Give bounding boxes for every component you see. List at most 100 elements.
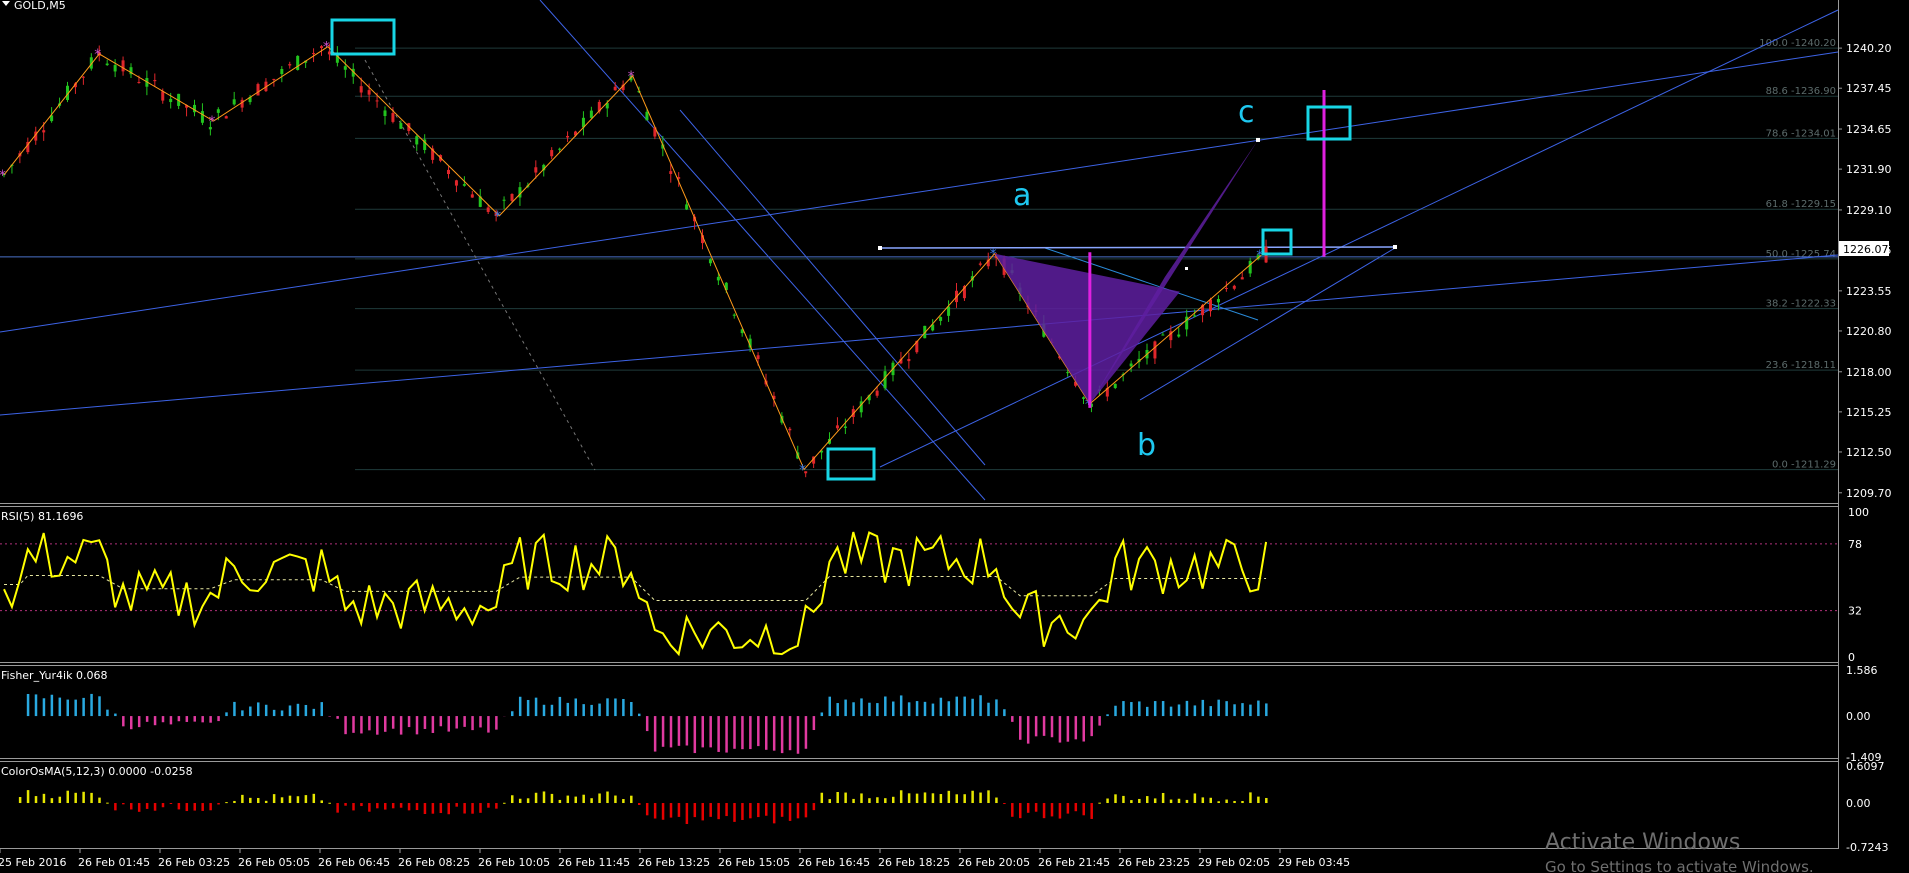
osma-bar <box>360 803 363 807</box>
fisher-bar <box>899 695 903 717</box>
osma-bar <box>590 798 593 804</box>
osma-bar <box>1042 803 1046 819</box>
osma-bar <box>518 798 522 804</box>
fisher-bar <box>169 716 173 725</box>
line-handle <box>878 246 882 250</box>
osma-bar <box>1026 803 1030 813</box>
time-tick-label: 26 Feb 10:05 <box>478 856 550 869</box>
candle-body <box>1177 334 1181 337</box>
fisher-bar <box>34 694 38 717</box>
osma-bar <box>661 803 665 820</box>
fisher-bar <box>249 706 252 717</box>
candle-body <box>153 80 157 82</box>
fisher-bar <box>836 703 839 717</box>
fisher-bar <box>407 716 411 728</box>
osma-bar <box>169 803 173 805</box>
fisher-bar <box>606 698 609 717</box>
fisher-bar <box>542 704 546 717</box>
osma-bar <box>1193 793 1197 804</box>
osma-bar <box>185 803 189 812</box>
osma-bar <box>106 802 109 804</box>
candle-body <box>454 180 458 186</box>
osma-bar <box>153 803 157 811</box>
fisher-bar <box>550 704 554 717</box>
osma-bar <box>868 798 871 804</box>
time-tick-label: 26 Feb 08:25 <box>398 856 470 869</box>
osma-bar <box>1011 803 1014 817</box>
fisher-bar <box>336 716 339 719</box>
fisher-bar <box>1034 716 1038 737</box>
osma-bar <box>26 790 30 804</box>
osma-bar <box>1177 798 1181 804</box>
fisher-bar <box>955 696 958 717</box>
collapse-triangle-icon <box>2 1 10 6</box>
rsi-tick-label: 100 <box>1848 506 1869 519</box>
candle-body <box>534 167 538 173</box>
time-tick-label: 26 Feb 01:45 <box>78 856 150 869</box>
fisher-bar <box>1026 716 1030 744</box>
osma-bar <box>836 792 839 804</box>
osma-bar <box>201 803 204 811</box>
osma-bar <box>18 797 22 804</box>
time-tick-label: 26 Feb 20:05 <box>958 856 1030 869</box>
harmonic-pattern[interactable] <box>330 18 1352 481</box>
fisher-bar <box>923 701 927 717</box>
fisher-bar <box>518 696 522 717</box>
osma-bar <box>34 796 38 804</box>
candle-body <box>470 194 474 198</box>
fisher-bar <box>1058 716 1062 743</box>
price-tick-label: 1231.90 <box>1846 163 1892 176</box>
trend-channels[interactable] <box>0 0 1839 501</box>
time-tick-label: 26 Feb 21:45 <box>1038 856 1110 869</box>
fisher-bar <box>193 716 196 722</box>
osma-bar <box>606 791 609 804</box>
osma-bar <box>1082 803 1085 816</box>
osma-bar <box>526 798 530 804</box>
osma-bar <box>653 803 657 819</box>
fisher-bar <box>630 701 633 717</box>
fisher-bar <box>1138 701 1141 717</box>
fisher-bar <box>42 698 46 717</box>
osma-bar <box>995 797 998 804</box>
fisher-bar <box>1209 706 1212 717</box>
candle-body <box>947 306 951 316</box>
fisher-bar <box>511 711 514 717</box>
fisher-bar <box>1257 700 1260 717</box>
fisher-bar <box>1249 704 1252 717</box>
fisher-bar <box>82 697 85 717</box>
fisher-bar <box>677 716 681 746</box>
wave-label-a: a <box>1013 178 1031 213</box>
candle-body <box>1232 285 1236 289</box>
osma-bar <box>582 794 585 804</box>
descending-line-1 <box>539 0 986 501</box>
fisher-bar <box>1217 699 1220 717</box>
fisher-bar <box>26 693 30 717</box>
price-tick-label: 1234.65 <box>1846 123 1892 136</box>
fisher-bar <box>360 716 363 734</box>
fisher-bar <box>669 716 673 748</box>
osma-bar <box>1058 803 1062 819</box>
fisher-bar <box>796 716 800 754</box>
fisher-bar <box>590 704 593 717</box>
fisher-bar <box>106 709 109 717</box>
fisher-bar <box>852 702 855 717</box>
fisher-bar <box>225 712 228 717</box>
fisher-bar <box>804 716 808 749</box>
fisher-bar <box>391 716 395 729</box>
fisher-bar <box>614 698 617 717</box>
osma-bar <box>391 803 395 809</box>
fisher-bar <box>892 701 895 717</box>
candle-body <box>193 104 196 113</box>
fib-label: 23.6 -1218.11 <box>1766 360 1836 371</box>
time-tick-label: 26 Feb 03:25 <box>158 856 230 869</box>
fisher-bar <box>280 710 284 717</box>
candle-body <box>280 69 284 75</box>
candle-body <box>121 60 125 72</box>
trading-chart[interactable]: 100.0 -1240.20 88.6 -1236.90 78.6 -1234.01… <box>0 0 1909 873</box>
fisher-bar <box>479 716 482 728</box>
osma-bar <box>511 795 514 804</box>
fisher-bar <box>1114 705 1117 717</box>
main-pane-title: GOLD,M5 <box>2 0 66 12</box>
price-tick-label: 1218.00 <box>1846 366 1892 379</box>
fisher-bar <box>463 716 466 727</box>
